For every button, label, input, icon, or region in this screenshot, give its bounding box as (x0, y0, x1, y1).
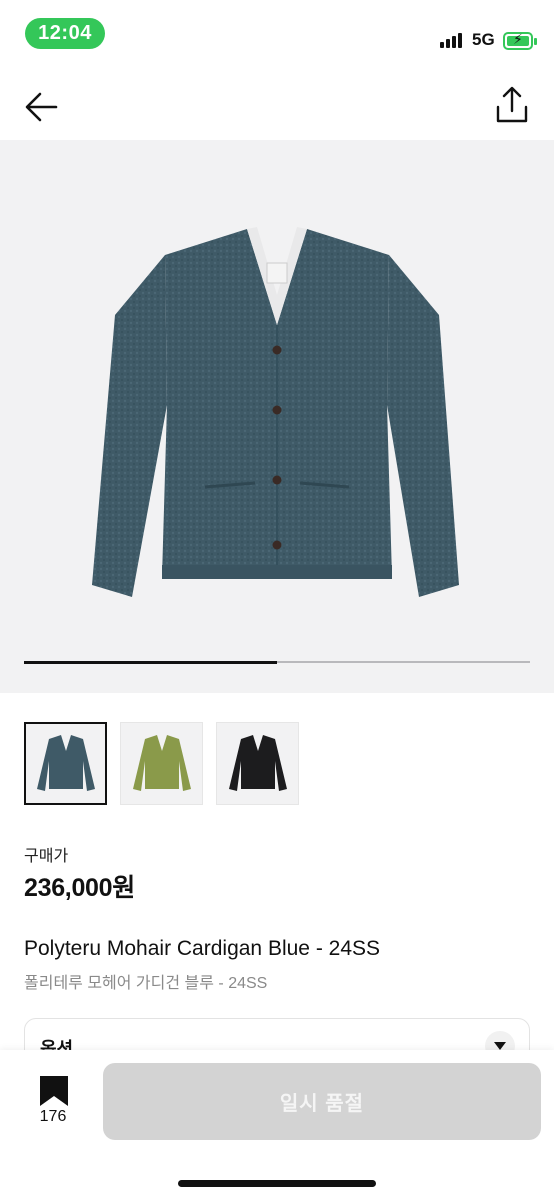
bookmark-icon (40, 1076, 68, 1106)
home-indicator (178, 1180, 376, 1187)
share-icon (496, 86, 528, 123)
signal-icon (440, 33, 462, 48)
thumbnail-black[interactable] (216, 722, 299, 805)
battery-icon: ⚡ (503, 31, 537, 50)
thumbnail-green[interactable] (120, 722, 203, 805)
share-button[interactable] (492, 85, 532, 127)
top-nav (0, 70, 554, 140)
price-label: 구매가 (24, 848, 69, 865)
bookmark-count: 176 (39, 1108, 67, 1125)
status-bar: 12:04 5G ⚡ (0, 0, 554, 70)
back-button[interactable] (22, 88, 62, 128)
network-type: 5G (472, 30, 495, 49)
status-time: 12:04 (25, 18, 105, 49)
cardigan-thumbnail-icon (228, 734, 287, 791)
cardigan-thumbnail-icon (132, 734, 191, 791)
back-arrow-icon (25, 92, 58, 122)
carousel-progress (24, 660, 530, 664)
cardigan-image (92, 227, 459, 597)
carousel-progress-fill (24, 660, 277, 664)
bottom-action-bar: 176 일시 품절 (0, 1050, 554, 1200)
product-name-en: Polyteru Mohair Cardigan Blue - 24SS (24, 937, 381, 960)
price-value: 236,000원 (24, 874, 135, 902)
sold-out-button[interactable]: 일시 품절 (103, 1063, 541, 1140)
thumbnail-list (24, 722, 299, 805)
cardigan-thumbnail-icon (36, 734, 95, 791)
thumbnail-blue[interactable] (24, 722, 107, 805)
product-name-ko: 폴리테루 모헤어 가디건 블루 - 24SS (24, 975, 268, 992)
product-image-carousel[interactable] (0, 140, 554, 693)
